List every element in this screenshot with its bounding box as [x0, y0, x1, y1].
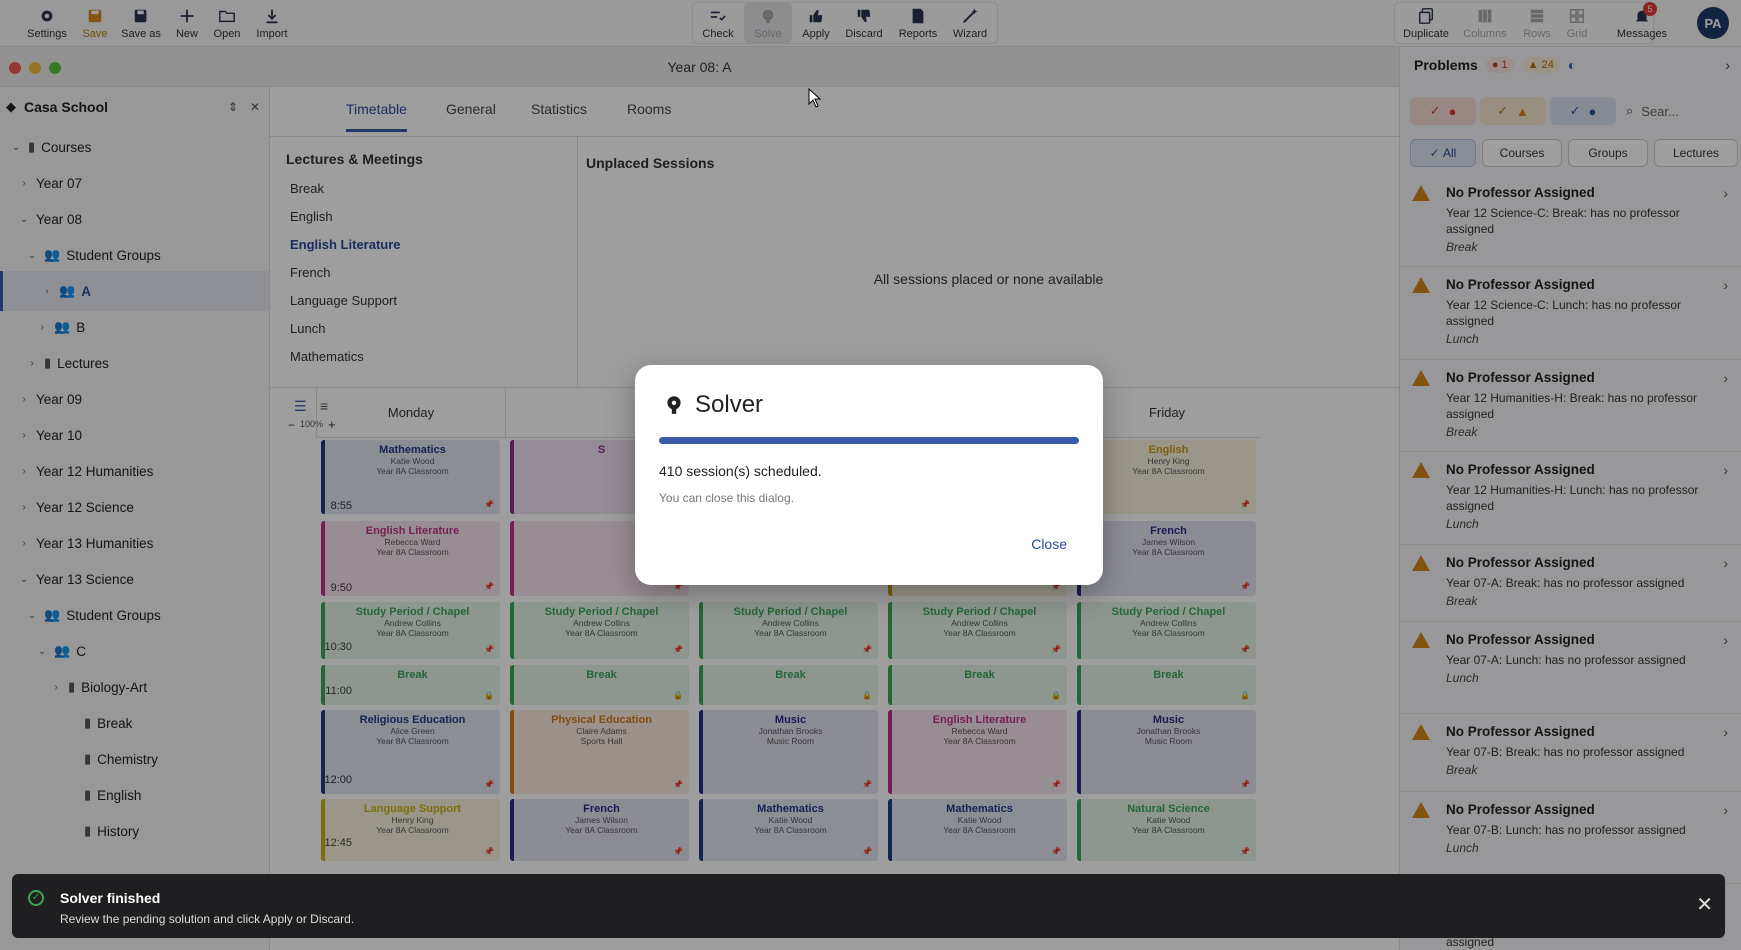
solver-message: 410 session(s) scheduled.: [659, 463, 822, 479]
solver-sub-message: You can close this dialog.: [659, 491, 794, 505]
toast-description: Review the pending solution and click Ap…: [60, 912, 355, 926]
solver-progress-bar: [659, 437, 1079, 444]
solver-dialog: Solver 410 session(s) scheduled. You can…: [635, 365, 1103, 585]
brain-icon: [667, 396, 681, 414]
solver-toast: ✓ Solver finished Review the pending sol…: [12, 874, 1725, 938]
toast-title: Solver finished: [60, 890, 161, 906]
success-check-icon: ✓: [28, 890, 44, 906]
close-toast-icon[interactable]: ✕: [1696, 892, 1713, 917]
close-dialog-button[interactable]: Close: [1031, 536, 1067, 552]
solver-title-text: Solver: [695, 391, 764, 418]
mouse-cursor-icon: [808, 88, 822, 108]
solver-dialog-title: Solver: [663, 391, 763, 419]
